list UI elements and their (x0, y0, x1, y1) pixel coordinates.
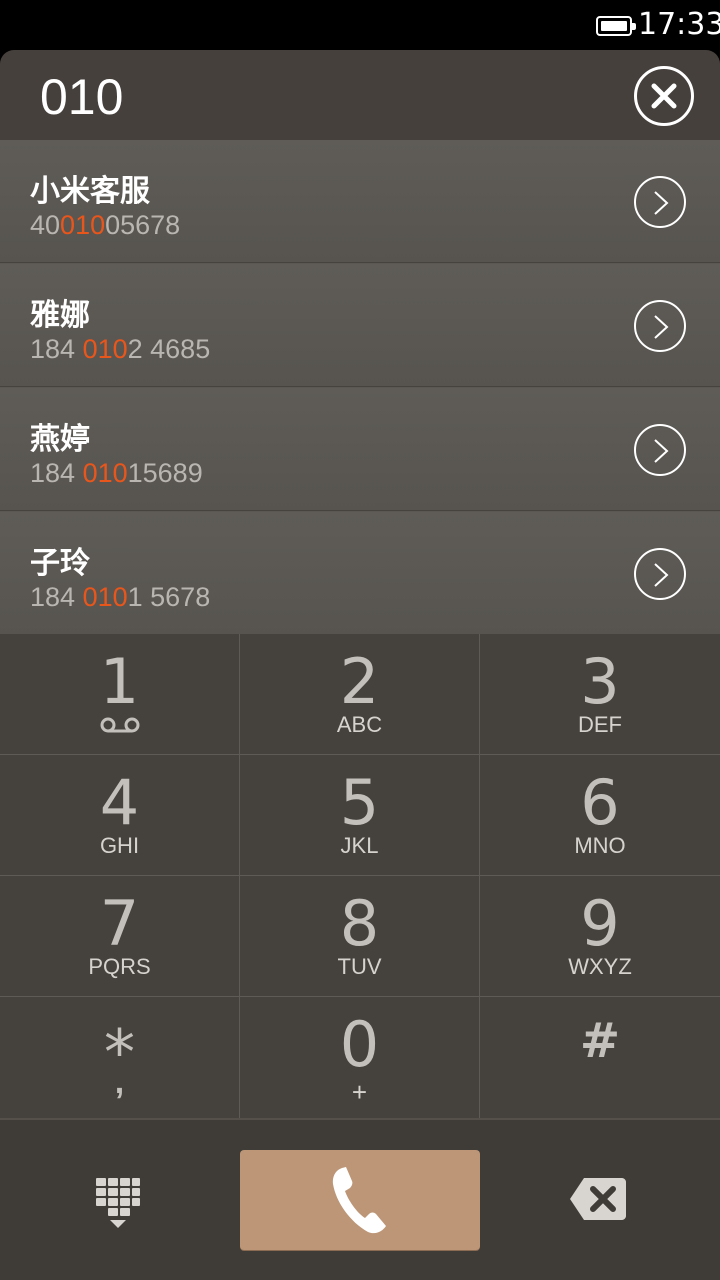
key-1[interactable]: 1 (0, 634, 240, 755)
contact-detail-button[interactable] (634, 300, 686, 352)
key-pound[interactable]: # (480, 997, 720, 1118)
contact-detail-button[interactable] (634, 424, 686, 476)
key-digit: 7 (99, 887, 140, 960)
key-6[interactable]: 6 MNO (480, 755, 720, 876)
key-4[interactable]: 4 GHI (0, 755, 240, 876)
key-7[interactable]: 7 PQRS (0, 876, 240, 997)
key-digit: # (579, 1013, 621, 1069)
status-bar: 17:33 (0, 0, 720, 50)
contact-detail-button[interactable] (634, 176, 686, 228)
contact-detail-button[interactable] (634, 548, 686, 600)
key-8[interactable]: 8 TUV (240, 876, 480, 997)
battery-icon (596, 16, 636, 36)
contact-phone: 184 0102 4685 (30, 334, 211, 364)
phone-icon (332, 1167, 386, 1234)
chevron-right-icon (654, 439, 669, 463)
contact-item[interactable]: 雅娜 184 0102 4685 (0, 264, 720, 387)
key-5[interactable]: 5 JKL (240, 755, 480, 876)
key-letters: JKL (340, 833, 379, 858)
key-3[interactable]: 3 DEF (480, 634, 720, 755)
key-digit: 3 (580, 645, 620, 718)
contact-name: 子玲 (30, 546, 90, 581)
dialpad-toggle-button[interactable] (94, 1176, 142, 1232)
key-letters: MNO (574, 833, 626, 858)
key-letters: ABC (336, 712, 383, 737)
dialpad: 1 2 ABC 3 DEF 4 GHI 5 JKL 6 MNO 7 PQRS 8… (0, 634, 720, 1118)
key-digit: 5 (339, 766, 380, 839)
key-digit: 8 (339, 887, 380, 960)
key-digit: 4 (99, 766, 140, 839)
key-letters: TUV (337, 954, 382, 979)
contact-item[interactable]: 燕婷 184 01015689 (0, 388, 720, 511)
contact-item[interactable]: 小米客服 4001005678 (0, 140, 720, 263)
key-digit: 2 (339, 645, 380, 718)
key-digit: 6 (580, 766, 620, 839)
chevron-right-icon (654, 315, 669, 339)
contact-name: 小米客服 (30, 174, 150, 209)
backspace-button[interactable] (568, 1176, 628, 1222)
clear-button[interactable] (634, 66, 694, 126)
key-letters: PQRS (88, 954, 151, 979)
key-letters: + (351, 1077, 368, 1107)
key-star[interactable]: * , (0, 997, 240, 1118)
contact-phone: 184 01015689 (30, 458, 203, 488)
contact-item[interactable]: 子玲 184 0101 5678 (0, 512, 720, 635)
status-time: 17:33 (638, 7, 720, 42)
contact-phone: 184 0101 5678 (30, 582, 211, 612)
key-letters: , (114, 1063, 125, 1101)
contact-name: 雅娜 (30, 298, 90, 333)
contact-suggestion-list: 小米客服 4001005678 雅娜 184 0102 4685 燕婷 184 … (0, 140, 720, 635)
close-icon (651, 83, 677, 109)
chevron-right-icon (654, 191, 669, 215)
key-digit: 1 (99, 645, 140, 718)
contact-name: 燕婷 (30, 422, 90, 457)
chevron-right-icon (654, 563, 669, 587)
key-9[interactable]: 9 WXYZ (480, 876, 720, 997)
contact-phone: 4001005678 (30, 210, 181, 240)
backspace-icon (570, 1178, 626, 1220)
voicemail-icon (100, 717, 140, 733)
key-2[interactable]: 2 ABC (240, 634, 480, 755)
dialed-number: 010 (40, 69, 124, 125)
key-letters: DEF (578, 712, 622, 737)
call-button[interactable] (240, 1150, 480, 1250)
action-bar (0, 1118, 720, 1280)
key-letters: GHI (99, 833, 140, 858)
key-letters: WXYZ (568, 954, 632, 979)
key-digit: 0 (339, 1008, 380, 1081)
key-0[interactable]: 0 + (240, 997, 480, 1118)
dialpad-icon (96, 1178, 140, 1228)
dialed-number-bar: 010 (0, 50, 720, 140)
key-digit: 9 (580, 887, 620, 960)
